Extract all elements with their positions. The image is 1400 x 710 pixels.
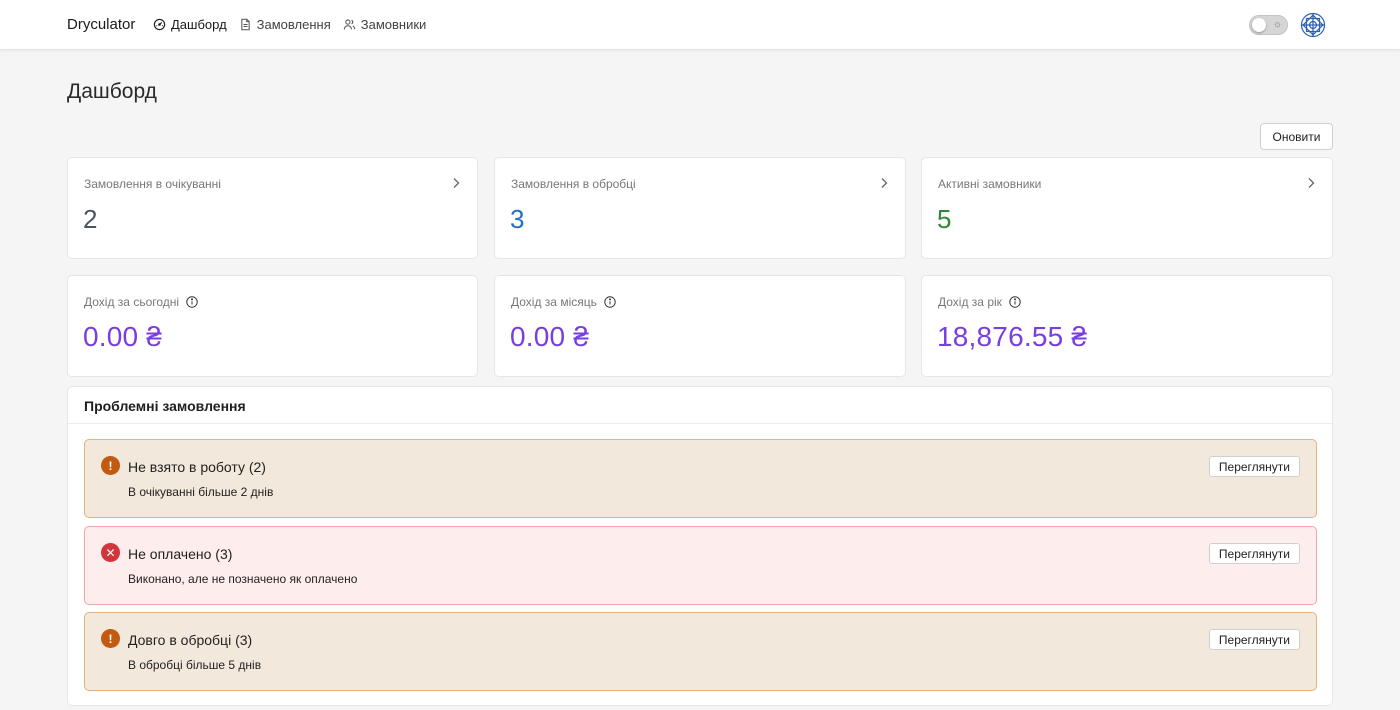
alert-description: В обробці більше 5 днів [128,658,262,672]
nav-label: Замовлення [256,17,331,32]
view-button[interactable]: Переглянути [1208,629,1300,650]
info-icon[interactable] [1009,296,1021,308]
stat-label: Замовлення в обробці [511,177,636,191]
toggle-knob [1252,18,1266,32]
nav-label: Дашборд [171,17,227,32]
view-button[interactable]: Переглянути [1208,456,1300,477]
stat-card-active-customers[interactable]: Активні замовники 5 [921,157,1333,259]
refresh-button[interactable]: Оновити [1260,123,1333,150]
nav-label: Замовники [360,17,427,32]
sun-icon: ☼ [1272,19,1282,30]
main-nav: Дашборд Замовлення Замовники [153,17,426,32]
view-button[interactable]: Переглянути [1208,543,1300,564]
stat-value: 5 [937,204,952,234]
brand-logo[interactable]: Dryculator [67,16,135,33]
income-value: 0.00 ₴ [510,321,590,352]
page-title: Дашборд [67,80,157,103]
nav-item-dashboard[interactable]: Дашборд [153,17,227,32]
stat-card-processing[interactable]: Замовлення в обробці 3 [494,157,906,259]
document-icon [240,18,250,31]
chevron-right-icon [453,178,460,188]
alert-title: Не оплачено (3) [128,546,233,562]
alert-description: Виконано, але не позначено як оплачено [128,572,358,586]
users-icon [343,19,356,30]
income-label-row: Дохід за сьогодні [84,295,198,309]
info-icon[interactable] [186,296,198,308]
alert-long-processing: ! Довго в обробці (3) В обробці більше 5… [84,612,1317,691]
info-icon[interactable] [604,296,616,308]
x-circle-icon: ✕ [101,543,120,562]
top-bar: Dryculator Дашборд Замовлення Замовники … [0,0,1400,50]
stat-label: Активні замовники [938,177,1042,191]
income-card-month: Дохід за місяць 0.00 ₴ [494,275,906,377]
income-label-row: Дохід за рік [938,295,1021,309]
stat-value: 3 [510,204,525,234]
income-value: 18,876.55 ₴ [937,321,1088,352]
problem-orders-panel: Проблемні замовлення ! Не взято в роботу… [67,386,1333,706]
income-label: Дохід за сьогодні [84,295,180,309]
alert-description: В очікуванні більше 2 днів [128,485,274,499]
dashboard-icon [153,18,166,31]
stat-card-pending[interactable]: Замовлення в очікуванні 2 [67,157,478,259]
exclamation-icon: ! [101,629,120,648]
stat-label: Замовлення в очікуванні [84,177,221,191]
stat-value: 2 [83,204,98,234]
alert-not-paid: ✕ Не оплачено (3) Виконано, але не позна… [84,526,1317,605]
income-label-row: Дохід за місяць [511,295,616,309]
income-card-today: Дохід за сьогодні 0.00 ₴ [67,275,478,377]
exclamation-icon: ! [101,456,120,475]
chevron-right-icon [881,178,888,188]
globe-avatar-icon[interactable] [1300,12,1326,38]
alert-not-started: ! Не взято в роботу (2) В очікуванні біл… [84,439,1317,518]
chevron-right-icon [1308,178,1315,188]
income-label: Дохід за рік [938,295,1002,309]
panel-title: Проблемні замовлення [68,387,1332,424]
theme-toggle[interactable]: ☼ [1249,15,1288,35]
alert-title: Не взято в роботу (2) [128,459,266,475]
income-value: 0.00 ₴ [83,321,163,352]
alert-title: Довго в обробці (3) [128,632,253,648]
income-card-year: Дохід за рік 18,876.55 ₴ [921,275,1333,377]
income-label: Дохід за місяць [511,295,597,309]
nav-item-orders[interactable]: Замовлення [239,17,331,32]
nav-item-customers[interactable]: Замовники [343,17,427,32]
